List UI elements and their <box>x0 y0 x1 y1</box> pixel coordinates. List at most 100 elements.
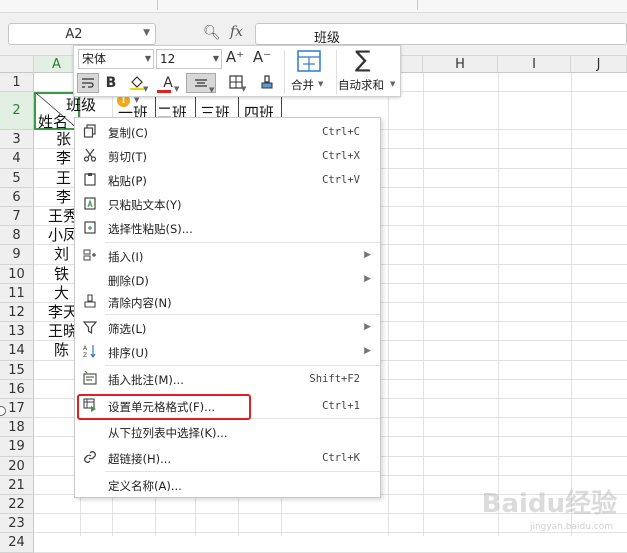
fill-color-button[interactable]: ▼ <box>123 73 151 93</box>
menu-item-item-14[interactable]: 定义名称(A)... <box>75 474 380 498</box>
row-header-12[interactable]: 12 <box>0 303 34 323</box>
formula-input[interactable]: 班级 <box>255 23 627 46</box>
column-gridline <box>423 73 424 536</box>
eraser-button[interactable] <box>256 73 278 93</box>
menu-item-eraser[interactable]: 清除内容(N) <box>75 291 380 315</box>
menu-item-scissors[interactable]: 剪切(T) Ctrl+X <box>75 145 380 169</box>
menu-item-paste-text[interactable]: 只粘贴文本(Y) <box>75 193 380 217</box>
chevron-down-icon: ▼ <box>144 54 151 63</box>
align-center-icon <box>195 79 207 87</box>
shrink-font-button[interactable]: A⁻ <box>252 47 272 67</box>
row-header-23[interactable]: 23 <box>0 514 34 534</box>
wrap-text-icon <box>82 78 94 88</box>
watermark-url: jingyan.baidu.com <box>529 522 613 532</box>
row-header-22[interactable]: 22 <box>0 495 34 515</box>
menu-item-label: 插入(I) <box>108 250 144 264</box>
chevron-down-icon: ▼ <box>134 96 140 104</box>
borders-button[interactable]: ▼ <box>222 73 250 93</box>
column-header-h[interactable]: H <box>423 56 498 73</box>
autosum-button[interactable]: ∑ 自动求和 ▼ <box>337 47 399 95</box>
column-header-i[interactable]: I <box>498 56 571 73</box>
row-header-8[interactable]: 8 <box>0 226 34 246</box>
menu-item-shortcut: Ctrl+K <box>322 452 360 464</box>
row-header-13[interactable]: 13 <box>0 322 34 342</box>
menu-item-item-12[interactable]: 从下拉列表中选择(K)... <box>75 421 380 445</box>
menu-item-paste-special[interactable]: 选择性粘贴(S)... <box>75 217 380 241</box>
column-gridline <box>498 73 499 536</box>
chevron-down-icon[interactable]: ▼ <box>143 28 150 38</box>
select-all-corner[interactable] <box>0 56 34 73</box>
menu-item-label: 定义名称(A)... <box>108 479 182 493</box>
menu-item-insert[interactable]: 插入(I) ▶ <box>75 245 380 269</box>
menu-item-label: 剪切(T) <box>108 150 147 164</box>
row-header-10[interactable]: 10 <box>0 264 34 284</box>
row-header-15[interactable]: 15 <box>0 360 34 380</box>
row-header-9[interactable]: 9 <box>0 245 34 265</box>
link-icon <box>81 450 99 468</box>
font-color-glyph: A <box>163 75 173 91</box>
format-painter-button[interactable] <box>77 73 99 93</box>
menu-item-link[interactable]: 超链接(H)... Ctrl+K <box>75 447 380 471</box>
eraser-icon <box>81 294 99 312</box>
bold-button[interactable]: B <box>102 73 120 93</box>
comment-icon <box>81 370 99 389</box>
row-header-7[interactable]: 7 <box>0 207 34 227</box>
menu-item-label: 粘贴(P) <box>108 174 147 188</box>
menu-separator <box>105 314 380 315</box>
row-header-21[interactable]: 21 <box>0 475 34 495</box>
row-header-3[interactable]: 3 <box>0 130 34 150</box>
row-header-16[interactable]: 16 <box>0 379 34 399</box>
name-box[interactable]: A2 ▼ <box>8 23 156 45</box>
merge-button[interactable]: 合并 ▼ <box>287 49 332 95</box>
grow-font-button[interactable]: A⁺ <box>225 47 245 67</box>
paste-special-icon <box>81 220 99 238</box>
menu-item-shortcut: Ctrl+X <box>322 150 360 162</box>
highlight-box <box>77 394 251 420</box>
svg-text:Z: Z <box>83 352 87 358</box>
filter-icon <box>81 320 99 338</box>
row-header-5[interactable]: 5 <box>0 168 34 188</box>
menu-item-shortcut: Shift+F2 <box>309 373 360 385</box>
row-header-4[interactable]: 4 <box>0 149 34 169</box>
menu-separator <box>105 242 380 243</box>
submenu-arrow-icon: ▶ <box>364 346 371 356</box>
row-header-14[interactable]: 14 <box>0 341 34 361</box>
chevron-down-icon: ▼ <box>318 80 324 88</box>
cell-a2-bottom: 姓名 <box>38 113 69 131</box>
sort-icon: AZ <box>81 344 99 362</box>
row-header-6[interactable]: 6 <box>0 187 34 207</box>
menu-item-delete[interactable]: 删除(D) ▶ <box>75 269 380 293</box>
row-header-2[interactable]: 2 <box>0 92 34 131</box>
row-header-1[interactable]: 1 <box>0 73 34 93</box>
menu-item-label: 从下拉列表中选择(K)... <box>108 426 228 440</box>
menu-item-sort[interactable]: A Z 排序(U) ▶ <box>75 341 380 365</box>
menu-item-filter[interactable]: 筛选(L) ▶ <box>75 317 380 341</box>
row-header-19[interactable]: 19 <box>0 437 34 457</box>
menu-item-copy[interactable]: 复制(C) Ctrl+C <box>75 121 380 145</box>
menu-item-label: 复制(C) <box>108 126 149 140</box>
row-header-20[interactable]: 20 <box>0 456 34 476</box>
align-button[interactable]: ▼ <box>186 73 216 94</box>
row-header-11[interactable]: 11 <box>0 283 34 303</box>
row-header-18[interactable]: 18 <box>0 418 34 438</box>
fx-label[interactable]: fx <box>230 24 243 40</box>
mini-toolbar: 宋体 ▼ 12 ▼ A⁺ A⁻ B ▼ A ▼ ▼ ▼ 合并 ▼ ∑ 自动求和 ▼ <box>73 45 401 97</box>
font-size-select[interactable]: 12 ▼ <box>156 49 222 69</box>
font-color-button[interactable]: A ▼ <box>154 73 182 93</box>
menu-item-comment[interactable]: 插入批注(M)... Shift+F2 <box>75 368 380 392</box>
column-gridline <box>571 73 572 536</box>
menu-item-label: 排序(U) <box>108 346 149 360</box>
paste-icon <box>81 172 99 190</box>
paste-text-icon <box>81 196 99 214</box>
merge-cells-icon <box>297 50 321 72</box>
menu-item-label: 超链接(H)... <box>108 452 172 466</box>
magnifier-icon[interactable]: 🔍︎ <box>203 25 221 41</box>
row-header-24[interactable]: 24 <box>0 533 34 553</box>
menu-separator <box>105 365 380 366</box>
menu-item-paste[interactable]: 粘贴(P) Ctrl+V <box>75 169 380 193</box>
submenu-arrow-icon: ▶ <box>364 274 371 284</box>
column-header-j[interactable]: J <box>571 56 627 73</box>
menu-item-label: 选择性粘贴(S)... <box>108 222 193 236</box>
font-name-select[interactable]: 宋体 ▼ <box>78 49 154 69</box>
copy-icon <box>81 124 99 142</box>
